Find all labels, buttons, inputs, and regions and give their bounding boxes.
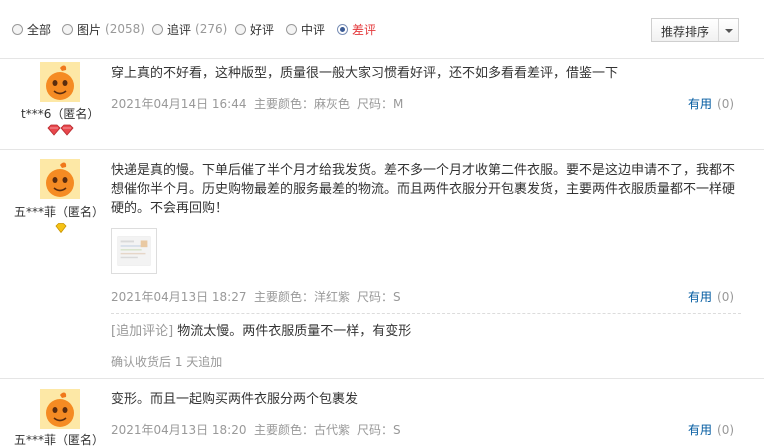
filter-label: 全部 bbox=[27, 22, 52, 37]
review-date: 2021年04月13日 18:27 bbox=[111, 290, 247, 304]
filter-label: 差评 bbox=[352, 22, 377, 37]
radio-icon[interactable] bbox=[12, 23, 23, 35]
sort-dropdown[interactable]: 推荐排序 bbox=[651, 18, 739, 42]
radio-icon[interactable] bbox=[152, 23, 163, 35]
avatar bbox=[40, 62, 80, 102]
filter-label: 图片 bbox=[77, 22, 102, 37]
radio-icon[interactable] bbox=[62, 23, 73, 35]
useful-button[interactable]: 有用 (0) bbox=[688, 288, 734, 305]
user-name: 五***菲（匿名） bbox=[14, 205, 105, 219]
avatar bbox=[40, 159, 80, 199]
useful-label[interactable]: 有用 bbox=[688, 290, 712, 304]
review-color: 主要颜色：麻灰色 bbox=[254, 97, 351, 111]
filter-neutral[interactable]: 中评 bbox=[286, 21, 325, 37]
avatar bbox=[40, 389, 80, 429]
append-divider bbox=[111, 313, 741, 314]
review-photo-thumbnail[interactable] bbox=[111, 228, 157, 274]
sort-label: 推荐排序 bbox=[661, 25, 710, 39]
user-name: t***6（匿名） bbox=[21, 107, 100, 121]
divider bbox=[0, 378, 764, 379]
review-size: 尺码：S bbox=[357, 423, 401, 437]
useful-count: (0) bbox=[717, 423, 735, 437]
filter-label: 好评 bbox=[250, 22, 275, 37]
review-color: 主要颜色：古代紫 bbox=[254, 423, 351, 437]
filter-photos[interactable]: 图片 (2058) bbox=[62, 21, 145, 37]
append-text: 物流太慢。两件衣服质量不一样，有变形 bbox=[177, 324, 412, 339]
radio-icon[interactable] bbox=[286, 23, 297, 35]
filter-label: 中评 bbox=[301, 22, 326, 37]
filter-label: 追评 bbox=[167, 22, 192, 37]
divider bbox=[0, 58, 764, 59]
sort-divider bbox=[718, 19, 719, 41]
filter-follow-up[interactable]: 追评 (276) bbox=[152, 21, 227, 37]
filter-positive[interactable]: 好评 bbox=[235, 21, 274, 37]
useful-button[interactable]: 有用 (0) bbox=[688, 95, 734, 112]
review-size: 尺码：M bbox=[357, 97, 404, 111]
review-text: 穿上真的不好看，这种版型，质量很一般大家习惯看好评，还不如多看看差评，借鉴一下 bbox=[111, 66, 619, 81]
filter-all[interactable]: 全部 bbox=[12, 21, 51, 37]
useful-button[interactable]: 有用 (0) bbox=[688, 421, 734, 438]
user-name: 五***菲（匿名） bbox=[14, 433, 105, 447]
review-filter-bar: 全部 图片 (2058) 追评 (276) 好评 中评 差评 推荐排序 bbox=[0, 0, 781, 58]
append-time: 确认收货后 1 天追加 bbox=[111, 355, 223, 369]
filter-count: (2058) bbox=[105, 22, 145, 36]
divider bbox=[0, 149, 764, 150]
review-text: 变形。而且一起购买两件衣服分两个包裹发 bbox=[111, 392, 359, 407]
filter-negative[interactable]: 差评 bbox=[337, 21, 376, 37]
member-level-diamond-icon bbox=[47, 124, 74, 136]
review-color: 主要颜色：洋红紫 bbox=[254, 290, 351, 304]
append-tag: [追加评论] bbox=[111, 324, 174, 339]
member-level-gold-diamond-icon bbox=[55, 223, 67, 233]
review-size: 尺码：S bbox=[357, 290, 401, 304]
review-text: 快递是真的慢。下单后催了半个月才给我发货。差不多一个月才收第二件衣服。要不是这边… bbox=[111, 163, 736, 216]
review-date: 2021年04月13日 18:20 bbox=[111, 423, 247, 437]
useful-label[interactable]: 有用 bbox=[688, 97, 712, 111]
append-comment: [追加评论] 物流太慢。两件衣服质量不一样，有变形 bbox=[111, 322, 411, 341]
radio-icon[interactable] bbox=[235, 23, 246, 35]
useful-count: (0) bbox=[717, 290, 735, 304]
radio-selected-icon[interactable] bbox=[337, 23, 348, 35]
review-date: 2021年04月14日 16:44 bbox=[111, 97, 247, 111]
filter-count: (276) bbox=[195, 22, 228, 36]
useful-label[interactable]: 有用 bbox=[688, 423, 712, 437]
chevron-down-icon[interactable] bbox=[725, 29, 733, 33]
useful-count: (0) bbox=[717, 97, 735, 111]
